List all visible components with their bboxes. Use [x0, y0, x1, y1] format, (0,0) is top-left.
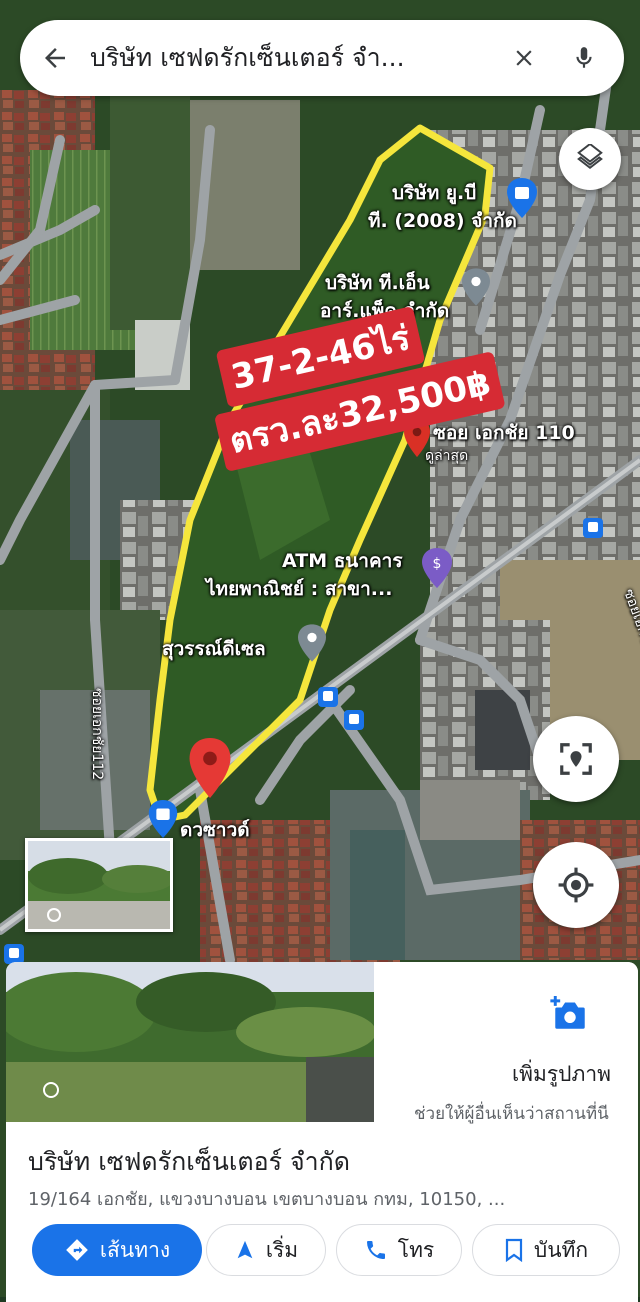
poi-sublabel: ดูล่าสุด [425, 448, 469, 464]
back-arrow-icon [45, 48, 65, 68]
place-bottom-sheet[interactable]: เพิ่มรูปภาพ ช่วยให้ผู้อื่นเห็นว่าสถานที่… [6, 962, 638, 1302]
add-photo-camera-icon [550, 996, 585, 1029]
add-photo-help: ช่วยให้ผู้อื่นเห็นว่าสถานที่นี [414, 1104, 609, 1124]
directions-label: เส้นทาง [99, 1237, 171, 1262]
add-photo-panel[interactable]: เพิ่มรูปภาพ ช่วยให้ผู้อื่นเห็นว่าสถานที่… [382, 962, 638, 1124]
clear-button[interactable] [494, 45, 554, 71]
crosshair-icon [558, 867, 594, 903]
place-address: 19/164 เอกชัย, แขวงบางบอน เขตบางบอน กทม,… [28, 1189, 506, 1210]
bank-icon[interactable]: $ [422, 548, 452, 588]
save-label: บันทึก [533, 1237, 589, 1262]
add-photo-label[interactable]: เพิ่มรูปภาพ [512, 1058, 611, 1091]
search-query[interactable]: บริษัท เซฟดรักเซ็นเตอร์ จำ... [90, 38, 494, 78]
place-photo[interactable] [6, 962, 374, 1122]
close-icon [516, 50, 532, 66]
call-button[interactable]: โทร [336, 1224, 462, 1276]
shopping-bag-icon[interactable] [148, 800, 178, 838]
layers-button[interactable] [559, 128, 621, 190]
bookmark-icon [505, 1238, 522, 1262]
layers-icon [577, 144, 603, 170]
poi-label[interactable]: สุวรรณ์ดีเซล [162, 634, 266, 664]
poi-label[interactable]: บริษัท ที.เอ็น [325, 268, 430, 298]
poi-label[interactable]: ATM ธนาคาร [282, 546, 403, 576]
street-view-thumbnail[interactable] [25, 838, 173, 932]
bus-stop-icon[interactable] [583, 518, 603, 538]
my-location-button[interactable] [533, 842, 619, 928]
place-photo-image [6, 962, 374, 1122]
svg-text:$: $ [433, 556, 442, 572]
location-scan-icon [560, 743, 592, 775]
back-button[interactable] [20, 43, 90, 73]
directions-button[interactable]: เส้นทาง [32, 1224, 202, 1276]
bus-stop-icon[interactable] [318, 687, 338, 707]
nearby-scan-button[interactable] [533, 716, 619, 802]
selected-location-pin-icon[interactable] [188, 738, 232, 798]
navigation-arrow-icon [237, 1240, 253, 1259]
directions-icon [66, 1239, 88, 1261]
street-view-image [28, 841, 170, 929]
poi-label[interactable]: ดวซาวด์ [180, 815, 250, 845]
poi-label[interactable]: บริษัท ยู.บี [392, 178, 476, 208]
save-button[interactable]: บันทึก [472, 1224, 620, 1276]
shopping-bag-icon[interactable] [507, 178, 537, 218]
start-label: เริ่ม [265, 1237, 299, 1262]
search-bar[interactable]: บริษัท เซฟดรักเซ็นเตอร์ จำ... [20, 20, 624, 96]
voice-search-button[interactable] [554, 43, 614, 73]
phone-icon [366, 1241, 385, 1259]
bus-stop-icon[interactable] [4, 944, 24, 964]
poi-label[interactable]: ที. (2008) จำกัด [368, 206, 517, 236]
place-pin-icon[interactable] [298, 624, 326, 662]
poi-label[interactable]: ไทยพาณิชย์ : สาขา... [206, 574, 392, 604]
street-label: ซอยเอกชัย112 [89, 688, 105, 781]
microphone-icon [576, 47, 592, 68]
call-label: โทร [397, 1237, 435, 1262]
bus-stop-icon[interactable] [344, 710, 364, 730]
place-name: บริษัท เซฟดรักเซ็นเตอร์ จำกัด [28, 1147, 351, 1176]
start-navigation-button[interactable]: เริ่ม [206, 1224, 326, 1276]
